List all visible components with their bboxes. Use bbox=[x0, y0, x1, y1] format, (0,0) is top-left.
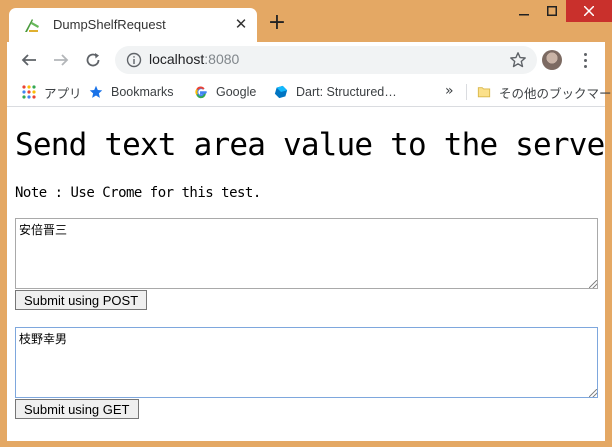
dart-icon bbox=[273, 84, 289, 100]
arrow-left-icon bbox=[21, 54, 36, 66]
address-bar[interactable]: localhost:8080 bbox=[115, 46, 537, 74]
bookmark-dart[interactable]: Dart: Structured… bbox=[273, 83, 397, 101]
window-controls bbox=[510, 0, 612, 22]
bookmark-label: その他のブックマーク bbox=[499, 86, 612, 101]
browser-toolbar: localhost:8080 bbox=[7, 42, 605, 78]
forward-button[interactable] bbox=[50, 49, 72, 71]
new-tab-button[interactable]: + bbox=[266, 12, 288, 34]
maximize-button[interactable] bbox=[538, 0, 566, 22]
resize-grip-icon[interactable] bbox=[589, 389, 597, 397]
minimize-icon bbox=[519, 14, 529, 16]
submit-get-button[interactable]: Submit using GET bbox=[15, 399, 139, 419]
submit-post-button[interactable]: Submit using POST bbox=[15, 290, 148, 310]
url-host: localhost bbox=[149, 51, 205, 67]
reload-button[interactable] bbox=[82, 49, 104, 71]
shelf-favicon-icon bbox=[25, 19, 39, 32]
bookmarks-bar: アプリ Bookmarks Google Dart: Structured… »… bbox=[7, 78, 612, 107]
bookmark-label: Bookmarks bbox=[111, 85, 174, 99]
get-textarea[interactable]: 枝野幸男 bbox=[15, 327, 598, 398]
back-button[interactable] bbox=[18, 49, 40, 71]
apps-grid-icon bbox=[21, 84, 37, 100]
bookmark-bookmarks[interactable]: Bookmarks bbox=[88, 83, 174, 101]
star-icon bbox=[88, 84, 104, 100]
browser-menu-icon[interactable] bbox=[578, 49, 592, 71]
post-textarea[interactable]: 安倍晋三 bbox=[15, 218, 598, 289]
maximize-icon bbox=[547, 6, 557, 16]
tab-title: DumpShelfRequest bbox=[53, 17, 166, 32]
profile-avatar[interactable] bbox=[542, 50, 562, 70]
bookmark-label: Google bbox=[216, 85, 257, 99]
resize-grip-icon[interactable] bbox=[589, 280, 597, 288]
browser-window: DumpShelfRequest ✕ + localhost:8080 アプリ … bbox=[0, 0, 612, 447]
note-text: Note : Use Crome for this test. bbox=[15, 185, 261, 201]
browser-tab[interactable]: DumpShelfRequest ✕ bbox=[9, 8, 257, 42]
url-port: :8080 bbox=[204, 51, 240, 67]
bookmark-google[interactable]: Google bbox=[193, 83, 256, 101]
bookmark-other[interactable]: その他のブックマーク bbox=[476, 83, 612, 101]
google-icon bbox=[193, 84, 209, 100]
page-title: Send text area value to the server bbox=[15, 127, 605, 163]
info-icon[interactable] bbox=[126, 52, 142, 68]
arrow-right-icon bbox=[54, 54, 69, 66]
page-content: Send text area value to the server Note … bbox=[7, 107, 605, 441]
url-text: localhost:8080 bbox=[149, 51, 239, 67]
bookmark-label: アプリ bbox=[44, 86, 82, 101]
bookmark-apps[interactable]: アプリ bbox=[21, 83, 82, 101]
reload-icon bbox=[86, 53, 100, 67]
folder-icon bbox=[476, 84, 492, 100]
window-close-button[interactable] bbox=[566, 0, 612, 22]
minimize-button[interactable] bbox=[510, 0, 538, 22]
bookmarks-divider bbox=[466, 84, 467, 100]
bookmark-label: Dart: Structured… bbox=[296, 85, 397, 99]
bookmarks-overflow-chevron-icon[interactable]: » bbox=[445, 83, 454, 99]
tab-close-icon[interactable]: ✕ bbox=[231, 14, 251, 34]
bookmark-star-icon[interactable] bbox=[509, 51, 527, 69]
close-icon bbox=[584, 6, 594, 16]
